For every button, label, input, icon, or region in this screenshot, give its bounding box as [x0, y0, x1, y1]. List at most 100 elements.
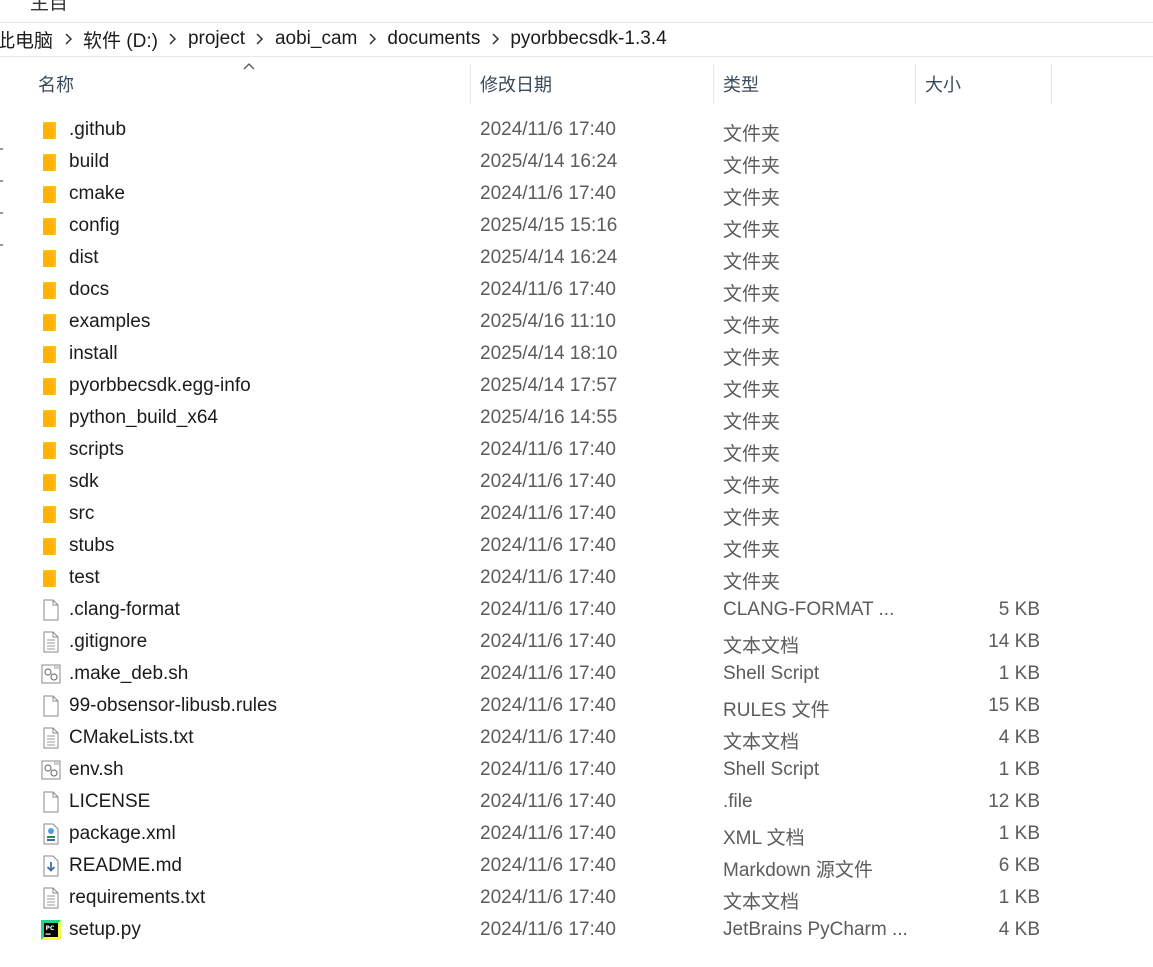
file-date: 2024/11/6 17:40: [480, 823, 616, 844]
breadcrumb-chevron-icon[interactable]: [162, 33, 184, 45]
file-date: 2024/11/6 17:40: [480, 887, 616, 908]
folder-icon: [40, 503, 62, 525]
file-row[interactable]: build 2025/4/14 16:24 文件夹: [0, 146, 1153, 178]
breadcrumb-item[interactable]: aobi_cam: [271, 28, 361, 50]
file-type: 文件夹: [723, 252, 781, 273]
column-header-size[interactable]: 大小: [917, 64, 1051, 104]
file-type: 文件夹: [723, 284, 781, 305]
file-row[interactable]: CMakeLists.txt 2024/11/6 17:40 文本文档 4 KB: [0, 722, 1153, 754]
blank-file-icon: [40, 599, 62, 621]
breadcrumb-chevron-icon[interactable]: [484, 33, 506, 45]
file-date: 2024/11/6 17:40: [480, 439, 616, 460]
file-list: .github 2024/11/6 17:40 文件夹 build 2025/4/14 …: [0, 114, 1153, 946]
file-row[interactable]: pyorbbecsdk.egg-info 2025/4/14 17:57 文件夹: [0, 370, 1153, 402]
file-name: LICENSE: [69, 791, 151, 812]
file-row[interactable]: requirements.txt 2024/11/6 17:40 文本文档 1 KB: [0, 882, 1153, 914]
file-row[interactable]: .clang-format 2024/11/6 17:40 CLANG-FORMAT…: [0, 594, 1153, 626]
file-date: 2025/4/16 11:10: [480, 311, 616, 332]
file-row[interactable]: python_build_x64 2025/4/16 14:55 文件夹: [0, 402, 1153, 434]
breadcrumb-item[interactable]: pyorbbecsdk-1.3.4: [506, 28, 670, 50]
file-row[interactable]: .github 2024/11/6 17:40 文件夹: [0, 114, 1153, 146]
file-type: 文件夹: [723, 572, 781, 593]
column-divider[interactable]: [713, 64, 714, 104]
breadcrumb-item[interactable]: documents: [383, 28, 484, 50]
file-row[interactable]: README.md 2024/11/6 17:40 Markdown 源文件 6 KB: [0, 850, 1153, 882]
file-row[interactable]: scripts 2024/11/6 17:40 文件夹: [0, 434, 1153, 466]
file-date: 2024/11/6 17:40: [480, 503, 616, 524]
file-type: 文件夹: [723, 380, 781, 401]
file-row[interactable]: .gitignore 2024/11/6 17:40 文本文档 14 KB: [0, 626, 1153, 658]
file-row[interactable]: env.sh 2024/11/6 17:40 Shell Script 1 KB: [0, 754, 1153, 786]
file-date: 2024/11/6 17:40: [480, 599, 616, 620]
script-file-icon: [40, 663, 62, 685]
file-date: 2024/11/6 17:40: [480, 759, 616, 780]
file-row[interactable]: install 2025/4/14 18:10 文件夹: [0, 338, 1153, 370]
file-size: 1 KB: [998, 663, 1040, 684]
file-row[interactable]: .make_deb.sh 2024/11/6 17:40 Shell Script 1…: [0, 658, 1153, 690]
column-divider[interactable]: [1051, 64, 1052, 104]
column-divider[interactable]: [470, 64, 471, 104]
breadcrumb-chevron-icon[interactable]: [361, 33, 383, 45]
file-row[interactable]: 99-obsensor-libusb.rules 2024/11/6 17:40 R…: [0, 690, 1153, 722]
file-size: 1 KB: [998, 823, 1040, 844]
breadcrumb-item[interactable]: project: [184, 28, 249, 50]
file-name: .make_deb.sh: [69, 663, 189, 684]
breadcrumb-chevron-icon[interactable]: [249, 33, 271, 45]
file-name: .clang-format: [69, 599, 180, 620]
file-name: scripts: [69, 439, 124, 460]
file-row[interactable]: examples 2025/4/16 11:10 文件夹: [0, 306, 1153, 338]
file-row[interactable]: config 2025/4/15 15:16 文件夹: [0, 210, 1153, 242]
blank-file-icon: [40, 791, 62, 813]
column-header-date[interactable]: 修改日期: [472, 64, 713, 104]
folder-icon: [40, 471, 62, 493]
file-row[interactable]: stubs 2024/11/6 17:40 文件夹: [0, 530, 1153, 562]
file-row[interactable]: docs 2024/11/6 17:40 文件夹: [0, 274, 1153, 306]
file-row[interactable]: LICENSE 2024/11/6 17:40 .file 12 KB: [0, 786, 1153, 818]
file-name: python_build_x64: [69, 407, 218, 428]
breadcrumb-item[interactable]: 此电脑: [0, 26, 57, 53]
file-row[interactable]: dist 2025/4/14 16:24 文件夹: [0, 242, 1153, 274]
file-row[interactable]: src 2024/11/6 17:40 文件夹: [0, 498, 1153, 530]
folder-icon: [40, 535, 62, 557]
text-file-icon: [40, 887, 62, 909]
file-date: 2024/11/6 17:40: [480, 119, 616, 140]
toolbar-partial-text: 主目: [30, 0, 69, 14]
script-file-icon: [40, 759, 62, 781]
file-type: Shell Script: [723, 759, 820, 780]
file-row[interactable]: package.xml 2024/11/6 17:40 XML 文档 1 KB: [0, 818, 1153, 850]
breadcrumb-item[interactable]: 软件 (D:): [79, 26, 162, 53]
folder-icon: [40, 119, 62, 141]
file-row[interactable]: PC setup.py 2024/11/6 17:40 JetBrains PyCha…: [0, 914, 1153, 946]
file-type: 文本文档: [723, 732, 800, 753]
file-name: pyorbbecsdk.egg-info: [69, 375, 251, 396]
text-file-icon: [40, 727, 62, 749]
breadcrumb-chevron-icon[interactable]: [57, 33, 79, 45]
file-name: CMakeLists.txt: [69, 727, 194, 748]
file-row[interactable]: test 2024/11/6 17:40 文件夹: [0, 562, 1153, 594]
column-header-date-label: 修改日期: [480, 75, 552, 95]
column-header-type[interactable]: 类型: [715, 64, 915, 104]
file-date: 2025/4/14 16:24: [480, 247, 618, 268]
file-name: .gitignore: [69, 631, 148, 652]
file-row[interactable]: sdk 2024/11/6 17:40 文件夹: [0, 466, 1153, 498]
file-date: 2024/11/6 17:40: [480, 279, 616, 300]
file-name: README.md: [69, 855, 182, 876]
file-name: cmake: [69, 183, 125, 204]
file-date: 2025/4/14 18:10: [480, 343, 618, 364]
file-type: JetBrains PyCharm ...: [723, 919, 908, 940]
file-name: examples: [69, 311, 151, 332]
svg-text:PC: PC: [46, 925, 55, 932]
file-type: 文件夹: [723, 220, 781, 241]
file-type: CLANG-FORMAT ...: [723, 599, 895, 620]
blank-file-icon: [40, 695, 62, 717]
column-divider[interactable]: [915, 64, 916, 104]
address-bar[interactable]: 此电脑 软件 (D:) project aobi_cam documents pyorbb…: [0, 22, 1153, 57]
file-row[interactable]: cmake 2024/11/6 17:40 文件夹: [0, 178, 1153, 210]
folder-icon: [40, 343, 62, 365]
file-date: 2024/11/6 17:40: [480, 695, 616, 716]
column-header-name[interactable]: 名称: [30, 64, 470, 104]
file-size: 1 KB: [998, 887, 1040, 908]
folder-icon: [40, 407, 62, 429]
file-size: 4 KB: [998, 919, 1040, 940]
top-toolbar-strip: 主目: [0, 0, 1153, 23]
